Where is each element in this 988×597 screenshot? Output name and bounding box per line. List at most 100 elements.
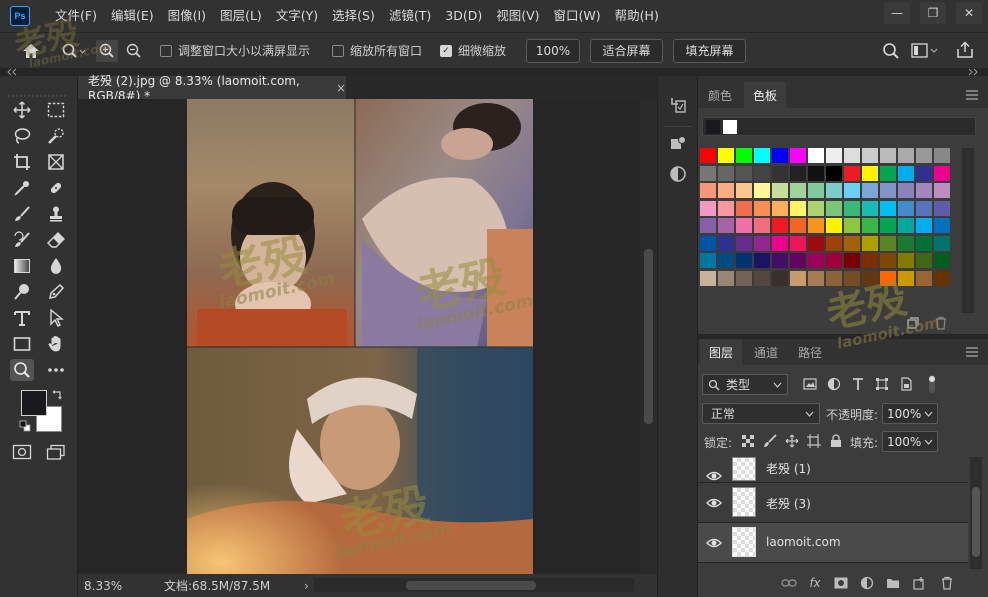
color-swatch[interactable]	[916, 253, 932, 268]
color-swatch[interactable]	[700, 148, 716, 163]
more-tools-icon[interactable]	[44, 359, 68, 381]
color-swatch[interactable]	[916, 235, 932, 251]
color-swatch[interactable]	[916, 183, 932, 198]
color-swatch[interactable]	[862, 183, 878, 198]
color-swatch[interactable]	[772, 148, 788, 163]
color-swatch[interactable]	[790, 183, 806, 198]
color-swatch[interactable]	[844, 218, 860, 233]
color-swatch[interactable]	[880, 235, 896, 251]
tab-channels[interactable]: 通道	[746, 339, 786, 365]
color-swatch[interactable]	[754, 218, 770, 233]
zoom-all-checkbox[interactable]	[332, 44, 345, 57]
color-swatch[interactable]	[862, 165, 878, 181]
fill-screen-button[interactable]: 填充屏幕	[673, 38, 747, 63]
color-swatch[interactable]	[790, 165, 806, 181]
color-swatch[interactable]	[844, 148, 860, 163]
canvas-area[interactable]: 老殁 laomoit.com 老殁 laomoit.com 老殁 laomoit…	[78, 99, 640, 574]
filter-type-icon[interactable]	[850, 376, 866, 392]
gradient-tool-icon[interactable]	[10, 255, 34, 277]
menu-image[interactable]: 图像(I)	[161, 0, 213, 32]
type-tool-icon[interactable]	[10, 307, 34, 329]
collapse-right-icon[interactable]	[967, 68, 979, 76]
color-swatch[interactable]	[898, 183, 914, 198]
color-swatch[interactable]	[718, 270, 734, 286]
frame-tool-icon[interactable]	[44, 151, 68, 173]
color-swatch[interactable]	[934, 200, 950, 216]
scrubby-zoom-checkbox[interactable]: ✓	[440, 44, 453, 57]
color-swatch[interactable]	[772, 235, 788, 251]
color-swatch[interactable]	[754, 253, 770, 268]
color-swatch[interactable]	[826, 200, 842, 216]
healing-brush-tool-icon[interactable]	[44, 177, 68, 199]
color-swatch[interactable]	[718, 183, 734, 198]
color-swatch[interactable]	[934, 148, 950, 163]
new-group-icon[interactable]	[884, 575, 902, 591]
history-panel-icon[interactable]	[668, 94, 688, 114]
color-swatch[interactable]	[700, 200, 716, 216]
color-swatch[interactable]	[844, 253, 860, 268]
recent-swatch-white[interactable]	[723, 120, 737, 134]
color-swatch[interactable]	[880, 165, 896, 181]
quick-select-tool-icon[interactable]	[44, 125, 68, 147]
new-adjustment-icon[interactable]	[858, 575, 876, 591]
color-swatch[interactable]	[754, 270, 770, 286]
menu-view[interactable]: 视图(V)	[489, 0, 546, 32]
document-tab[interactable]: 老殁 (2).jpg @ 8.33% (laomoit.com, RGB/8#)…	[78, 74, 346, 103]
color-swatch[interactable]	[808, 200, 824, 216]
lock-transparent-icon[interactable]	[740, 433, 756, 449]
fit-screen-button[interactable]: 适合屏幕	[590, 38, 664, 63]
color-swatch[interactable]	[898, 165, 914, 181]
color-swatch[interactable]	[880, 218, 896, 233]
color-swatch[interactable]	[880, 253, 896, 268]
tab-layers[interactable]: 图层	[700, 339, 742, 365]
color-swatch[interactable]	[808, 165, 824, 181]
color-swatch[interactable]	[700, 270, 716, 286]
color-swatch[interactable]	[754, 235, 770, 251]
color-swatch[interactable]	[736, 165, 752, 181]
color-swatch[interactable]	[826, 235, 842, 251]
vertical-scrollbar[interactable]	[640, 99, 657, 574]
pen-tool-icon[interactable]	[44, 281, 68, 303]
lock-position-icon[interactable]	[784, 433, 800, 449]
color-swatch[interactable]	[718, 148, 734, 163]
menu-window[interactable]: 窗口(W)	[547, 0, 608, 32]
lock-artboard-icon[interactable]	[806, 433, 822, 449]
move-tool-icon[interactable]	[10, 99, 34, 121]
color-swatch[interactable]	[736, 200, 752, 216]
color-swatch[interactable]	[808, 235, 824, 251]
color-swatch[interactable]	[754, 165, 770, 181]
color-swatch[interactable]	[736, 218, 752, 233]
color-swatch[interactable]	[772, 253, 788, 268]
color-swatch[interactable]	[754, 200, 770, 216]
screen-mode-icon[interactable]	[44, 441, 68, 463]
color-swatch[interactable]	[880, 200, 896, 216]
swatches-menu-icon[interactable]	[966, 90, 978, 100]
default-colors-icon[interactable]	[19, 420, 31, 432]
layer-row[interactable]: 老殁 (1)	[698, 457, 968, 483]
menu-type[interactable]: 文字(Y)	[269, 0, 325, 32]
color-swatch[interactable]	[898, 200, 914, 216]
color-swatch[interactable]	[790, 235, 806, 251]
share-icon[interactable]	[956, 41, 974, 62]
color-swatch[interactable]	[700, 165, 716, 181]
zoom-out-icon[interactable]	[126, 43, 142, 59]
color-swatch[interactable]	[934, 270, 950, 286]
color-swatch[interactable]	[700, 218, 716, 233]
color-swatch[interactable]	[862, 218, 878, 233]
color-swatch[interactable]	[898, 235, 914, 251]
color-swatch[interactable]	[880, 148, 896, 163]
layer-row[interactable]: 老殁 (3)	[698, 483, 968, 523]
layer-row-selected[interactable]: laomoit.com	[698, 523, 968, 563]
color-swatch[interactable]	[700, 253, 716, 268]
visibility-eye-icon[interactable]	[706, 497, 722, 509]
color-swatch[interactable]	[826, 165, 842, 181]
fill-field[interactable]: 100%	[882, 431, 938, 452]
color-swatch[interactable]	[898, 218, 914, 233]
workspace-icon[interactable]	[911, 42, 939, 63]
color-swatch[interactable]	[700, 235, 716, 251]
menu-3d[interactable]: 3D(D)	[438, 0, 489, 32]
status-zoom[interactable]: 8.33%	[84, 579, 136, 593]
color-swatch[interactable]	[898, 253, 914, 268]
color-swatch[interactable]	[808, 183, 824, 198]
color-swatch[interactable]	[808, 148, 824, 163]
